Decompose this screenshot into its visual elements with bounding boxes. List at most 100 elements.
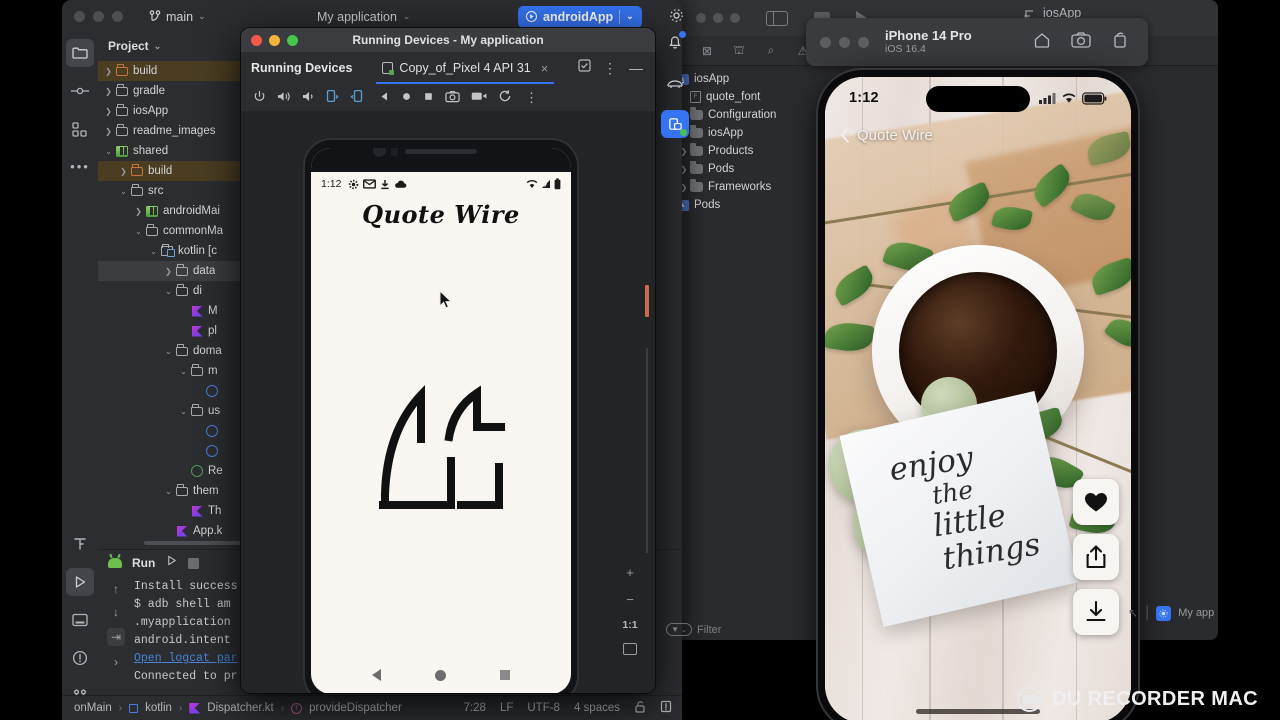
chevron-right-icon[interactable]: ›: [114, 655, 118, 669]
rotate-left-icon[interactable]: [325, 89, 339, 106]
chevron-down-icon[interactable]: ⌄: [626, 11, 634, 22]
arrow-up-icon[interactable]: ↑: [113, 582, 119, 596]
minimize-icon[interactable]: [93, 11, 104, 22]
close-icon[interactable]: [696, 13, 706, 23]
maximize-icon[interactable]: [112, 11, 123, 22]
home-icon[interactable]: [1032, 30, 1052, 55]
stop-icon[interactable]: [188, 557, 200, 569]
tree-item[interactable]: [98, 381, 264, 401]
tree-item[interactable]: ⌄ commonMa: [98, 221, 264, 241]
tree-item[interactable]: pl: [98, 321, 264, 341]
screenshot-icon[interactable]: [1070, 30, 1092, 55]
tree-item[interactable]: App.k: [98, 521, 264, 541]
favorite-button[interactable]: [1073, 479, 1119, 525]
chevron-down-icon[interactable]: ⌄: [154, 41, 162, 52]
stage-scrollbar[interactable]: [646, 348, 648, 553]
hierarchy-icon[interactable]: ⛫: [732, 43, 746, 59]
tree-item[interactable]: ❯ iosApp: [98, 101, 264, 121]
tree-item[interactable]: ⌄ us: [98, 401, 264, 421]
record-icon[interactable]: [471, 90, 487, 105]
xcode-filter-bar[interactable]: ▼ ⌄ Filter: [666, 623, 721, 636]
turtle-icon[interactable]: [662, 70, 688, 96]
maximize-icon[interactable]: [730, 13, 740, 23]
sidebar-item-project[interactable]: [66, 39, 94, 67]
chevron-right-icon[interactable]: ❯: [162, 267, 175, 276]
recents-square-icon[interactable]: [500, 670, 510, 680]
tree-item[interactable]: ❯ androidMai: [98, 201, 264, 221]
home-icon[interactable]: [401, 91, 412, 105]
close-icon[interactable]: ×: [541, 61, 549, 76]
taskbar-app-entry[interactable]: ↖ | My app: [1128, 604, 1214, 622]
sidebar-item-problems[interactable]: [66, 644, 94, 672]
encoding[interactable]: UTF-8: [527, 702, 560, 714]
sidebar-item-run[interactable]: [66, 568, 94, 596]
chevron-down-icon[interactable]: ⌄: [132, 227, 145, 236]
tree-item[interactable]: [98, 421, 264, 441]
filter-icon[interactable]: ▼ ⌄: [666, 623, 692, 636]
tree-item[interactable]: ⌄ doma: [98, 341, 264, 361]
search-icon[interactable]: ⌕: [764, 43, 778, 58]
simulator-window-controls[interactable]: [820, 36, 869, 48]
sidebar-item-build[interactable]: [66, 530, 94, 558]
as-window-controls[interactable]: [74, 11, 123, 22]
chevron-down-icon[interactable]: ⌄: [162, 287, 175, 296]
sidebar-item-terminal[interactable]: [66, 606, 94, 634]
back-triangle-icon[interactable]: [372, 669, 381, 681]
zoom-out-button[interactable]: −: [626, 592, 634, 607]
home-circle-icon[interactable]: [435, 669, 446, 681]
more-vertical-icon[interactable]: ⋮: [603, 61, 617, 75]
chevron-down-icon[interactable]: ⌄: [162, 347, 175, 356]
power-icon[interactable]: [253, 90, 266, 106]
tree-item[interactable]: ❯ build: [98, 61, 264, 81]
screenshot-icon[interactable]: [445, 90, 460, 106]
chevron-right-icon[interactable]: ❯: [102, 107, 115, 116]
chevron-down-icon[interactable]: ⌄: [147, 247, 160, 256]
close-icon[interactable]: [820, 36, 831, 48]
sidebar-item-more[interactable]: •••: [66, 153, 94, 181]
overview-icon[interactable]: [423, 91, 434, 105]
project-panel-header[interactable]: Project ⌄: [98, 33, 264, 59]
ios-nav-bar[interactable]: Quote Wire: [839, 125, 933, 145]
rotate-icon[interactable]: [1110, 30, 1130, 55]
chevron-down-icon[interactable]: ⌄: [177, 407, 190, 416]
x-square-icon[interactable]: ⊠: [700, 44, 714, 58]
project-tree[interactable]: ❯ build ❯ gradle ❯ iosApp ❯ readme_images ⌄ share…: [98, 59, 264, 541]
tree-item[interactable]: ⌄ m: [98, 361, 264, 381]
close-icon[interactable]: [74, 11, 85, 22]
chevron-right-icon[interactable]: ❯: [102, 87, 115, 96]
chevron-right-icon[interactable]: ❯: [102, 67, 115, 76]
tree-item[interactable]: ❯ build: [98, 161, 264, 181]
unlocked-icon[interactable]: [634, 700, 646, 716]
sidebar-toggle-icon[interactable]: [766, 10, 788, 26]
iphone-screen[interactable]: enjoy the little things 1:12 Quote Wire: [825, 77, 1131, 720]
breadcrumb-item-1[interactable]: kotlin: [145, 702, 172, 714]
tree-item[interactable]: ⌄ shared: [98, 141, 264, 161]
tree-item[interactable]: M: [98, 301, 264, 321]
project-selector[interactable]: My application ⌄: [317, 10, 410, 24]
notification-icon[interactable]: [660, 700, 672, 716]
git-branch-selector[interactable]: main ⌄: [149, 10, 206, 24]
tree-item[interactable]: ❯ readme_images: [98, 121, 264, 141]
chevron-right-icon[interactable]: ❯: [102, 127, 115, 136]
tree-item[interactable]: ❯ gradle: [98, 81, 264, 101]
back-icon[interactable]: [379, 91, 390, 105]
share-button[interactable]: [1073, 534, 1119, 580]
tree-item[interactable]: ⌄ them: [98, 481, 264, 501]
chevron-down-icon[interactable]: ⌄: [162, 487, 175, 496]
tree-item[interactable]: ⌄ src: [98, 181, 264, 201]
maximize-icon[interactable]: [858, 36, 869, 48]
chevron-down-icon[interactable]: ⌄: [177, 367, 190, 376]
error-stripe-mark[interactable]: [645, 285, 649, 317]
gear-icon[interactable]: [663, 2, 689, 28]
tree-item[interactable]: ⌄ kotlin [c: [98, 241, 264, 261]
minimize-icon[interactable]: —: [629, 60, 643, 76]
minimize-icon[interactable]: [839, 36, 850, 48]
chevron-right-icon[interactable]: ❯: [117, 167, 130, 176]
indent-setting[interactable]: 4 spaces: [574, 702, 620, 714]
arrow-down-icon[interactable]: ↓: [113, 605, 119, 619]
download-button[interactable]: [1073, 589, 1119, 635]
rotate-right-icon[interactable]: [350, 89, 364, 106]
chevron-right-icon[interactable]: ❯: [132, 207, 145, 216]
tree-item[interactable]: [98, 441, 264, 461]
bell-icon[interactable]: [662, 30, 688, 56]
